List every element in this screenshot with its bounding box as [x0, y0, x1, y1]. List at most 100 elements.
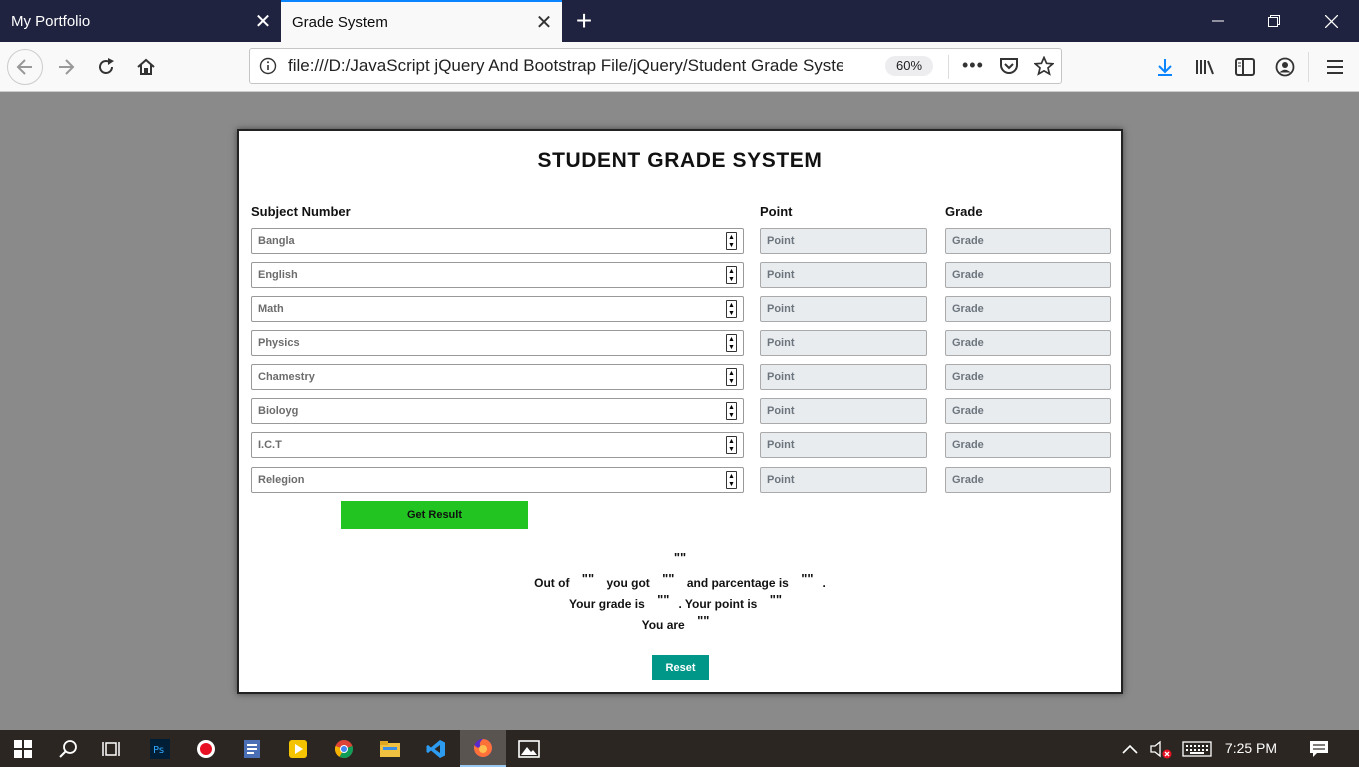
you-got-value: "": [662, 571, 675, 586]
downloads-icon[interactable]: [1147, 49, 1183, 85]
point-output: Point: [760, 262, 927, 288]
grade-system-card: STUDENT GRADE SYSTEM Subject Number Poin…: [237, 129, 1123, 694]
close-window-icon[interactable]: [1303, 0, 1359, 42]
action-center-icon[interactable]: [1298, 730, 1340, 767]
result-summary: "" Out of "" you got "" and parcentage i…: [239, 550, 1121, 635]
result-marks-line: Out of "" you got "" and parcentage is "…: [239, 571, 1121, 593]
firefox-icon[interactable]: [460, 730, 506, 767]
tab-title: My Portfolio: [11, 12, 91, 30]
document-app-icon[interactable]: [229, 730, 275, 767]
grade-placeholder: Grade: [952, 405, 984, 417]
account-icon[interactable]: [1267, 49, 1303, 85]
grade-placeholder: Grade: [952, 474, 984, 486]
subject-number-input[interactable]: Bangla ▲ ▼: [251, 228, 744, 254]
result-status-line: You are "": [239, 613, 1121, 635]
number-spinner-icon[interactable]: ▲ ▼: [726, 266, 737, 284]
pocket-icon[interactable]: [999, 57, 1019, 80]
you-are-label: You are: [641, 618, 685, 632]
new-tab-plus-icon[interactable]: +: [566, 3, 602, 39]
point-label: . Your point is: [678, 597, 758, 611]
point-placeholder: Point: [767, 337, 795, 349]
search-icon[interactable]: [45, 730, 91, 767]
file-explorer-icon[interactable]: [367, 730, 413, 767]
number-spinner-icon[interactable]: ▲ ▼: [726, 334, 737, 352]
number-spinner-icon[interactable]: ▲ ▼: [726, 471, 737, 489]
number-spinner-icon[interactable]: ▲ ▼: [726, 402, 737, 420]
tab-my-portfolio[interactable]: My Portfolio ✕: [0, 0, 281, 42]
subject-number-input[interactable]: English ▲ ▼: [251, 262, 744, 288]
task-view-icon[interactable]: [89, 730, 135, 767]
reload-icon[interactable]: [88, 49, 124, 85]
tab-strip: My Portfolio ✕ Grade System ✕ +: [0, 0, 1359, 42]
close-tab-icon[interactable]: ✕: [526, 4, 562, 40]
grade-placeholder: Grade: [952, 235, 984, 247]
photos-icon[interactable]: [506, 730, 552, 767]
close-tab-icon[interactable]: ✕: [245, 3, 281, 39]
subject-number-input[interactable]: I.C.T ▲ ▼: [251, 432, 744, 458]
input-placeholder: Math: [258, 303, 284, 315]
grade-output: Grade: [945, 262, 1111, 288]
grade-value: "": [657, 592, 670, 607]
windows-start-icon[interactable]: [0, 730, 46, 767]
page-title: STUDENT GRADE SYSTEM: [537, 149, 823, 172]
grade-placeholder: Grade: [952, 303, 984, 315]
number-spinner-icon[interactable]: ▲ ▼: [726, 232, 737, 250]
number-spinner-icon[interactable]: ▲ ▼: [726, 300, 737, 318]
point-output: Point: [760, 364, 927, 390]
bookmark-star-icon[interactable]: [1033, 55, 1055, 81]
you-got-label: you got: [606, 576, 650, 590]
photoshop-icon[interactable]: Ps: [137, 730, 183, 767]
sidebar-icon[interactable]: [1227, 49, 1263, 85]
grade-output: Grade: [945, 228, 1111, 254]
subject-number-input[interactable]: Physics ▲ ▼: [251, 330, 744, 356]
minimize-window-icon[interactable]: [1190, 0, 1246, 42]
url-text[interactable]: file:///D:/JavaScript jQuery And Bootstr…: [288, 49, 843, 83]
out-of-value: "": [581, 571, 595, 586]
number-spinner-icon[interactable]: ▲ ▼: [726, 368, 737, 386]
keyboard-icon[interactable]: [1178, 730, 1216, 767]
percentage-label: and parcentage is: [686, 576, 789, 590]
input-placeholder: I.C.T: [258, 439, 282, 451]
reset-button[interactable]: Reset: [652, 655, 709, 680]
subject-number-input[interactable]: Relegion ▲ ▼: [251, 467, 744, 493]
home-icon[interactable]: [128, 49, 164, 85]
url-separator: [948, 55, 949, 79]
forward-arrow-icon[interactable]: [48, 49, 84, 85]
subject-number-header: Subject Number: [251, 204, 351, 219]
subject-number-input[interactable]: Bioloyg ▲ ▼: [251, 398, 744, 424]
grade-output: Grade: [945, 398, 1111, 424]
grade-output: Grade: [945, 296, 1111, 322]
tab-grade-system[interactable]: Grade System ✕: [281, 0, 562, 42]
input-placeholder: Bioloyg: [258, 405, 299, 417]
number-spinner-icon[interactable]: ▲ ▼: [726, 436, 737, 454]
point-placeholder: Point: [767, 405, 795, 417]
show-hidden-icons-chevron-icon[interactable]: [1114, 730, 1146, 767]
taskbar-clock[interactable]: 7:25 PM: [1216, 730, 1286, 767]
point-output: Point: [760, 398, 927, 424]
info-icon[interactable]: [259, 57, 277, 80]
address-bar[interactable]: file:///D:/JavaScript jQuery And Bootstr…: [249, 48, 1062, 84]
hamburger-menu-icon[interactable]: [1317, 49, 1353, 85]
restore-window-icon[interactable]: [1246, 0, 1302, 42]
volume-muted-icon[interactable]: [1145, 730, 1177, 767]
point-header: Point: [760, 204, 793, 219]
input-placeholder: Chamestry: [258, 371, 315, 383]
subject-number-input[interactable]: Chamestry ▲ ▼: [251, 364, 744, 390]
get-result-button[interactable]: Get Result: [341, 501, 528, 529]
tab-title: Grade System: [292, 13, 388, 31]
page-actions-more-icon[interactable]: •••: [962, 55, 984, 76]
grade-placeholder: Grade: [952, 337, 984, 349]
screen-recorder-icon[interactable]: [183, 730, 229, 767]
vscode-icon[interactable]: [413, 730, 459, 767]
percentage-value: "": [801, 571, 814, 586]
grade-output: Grade: [945, 330, 1111, 356]
library-icon[interactable]: [1187, 49, 1223, 85]
out-of-label: Out of: [534, 576, 570, 590]
point-placeholder: Point: [767, 269, 795, 281]
zoom-level-badge[interactable]: 60%: [885, 56, 933, 76]
chrome-icon[interactable]: [321, 730, 367, 767]
subject-number-input[interactable]: Math ▲ ▼: [251, 296, 744, 322]
back-arrow-icon[interactable]: [7, 49, 43, 85]
media-player-icon[interactable]: [275, 730, 321, 767]
grade-placeholder: Grade: [952, 371, 984, 383]
